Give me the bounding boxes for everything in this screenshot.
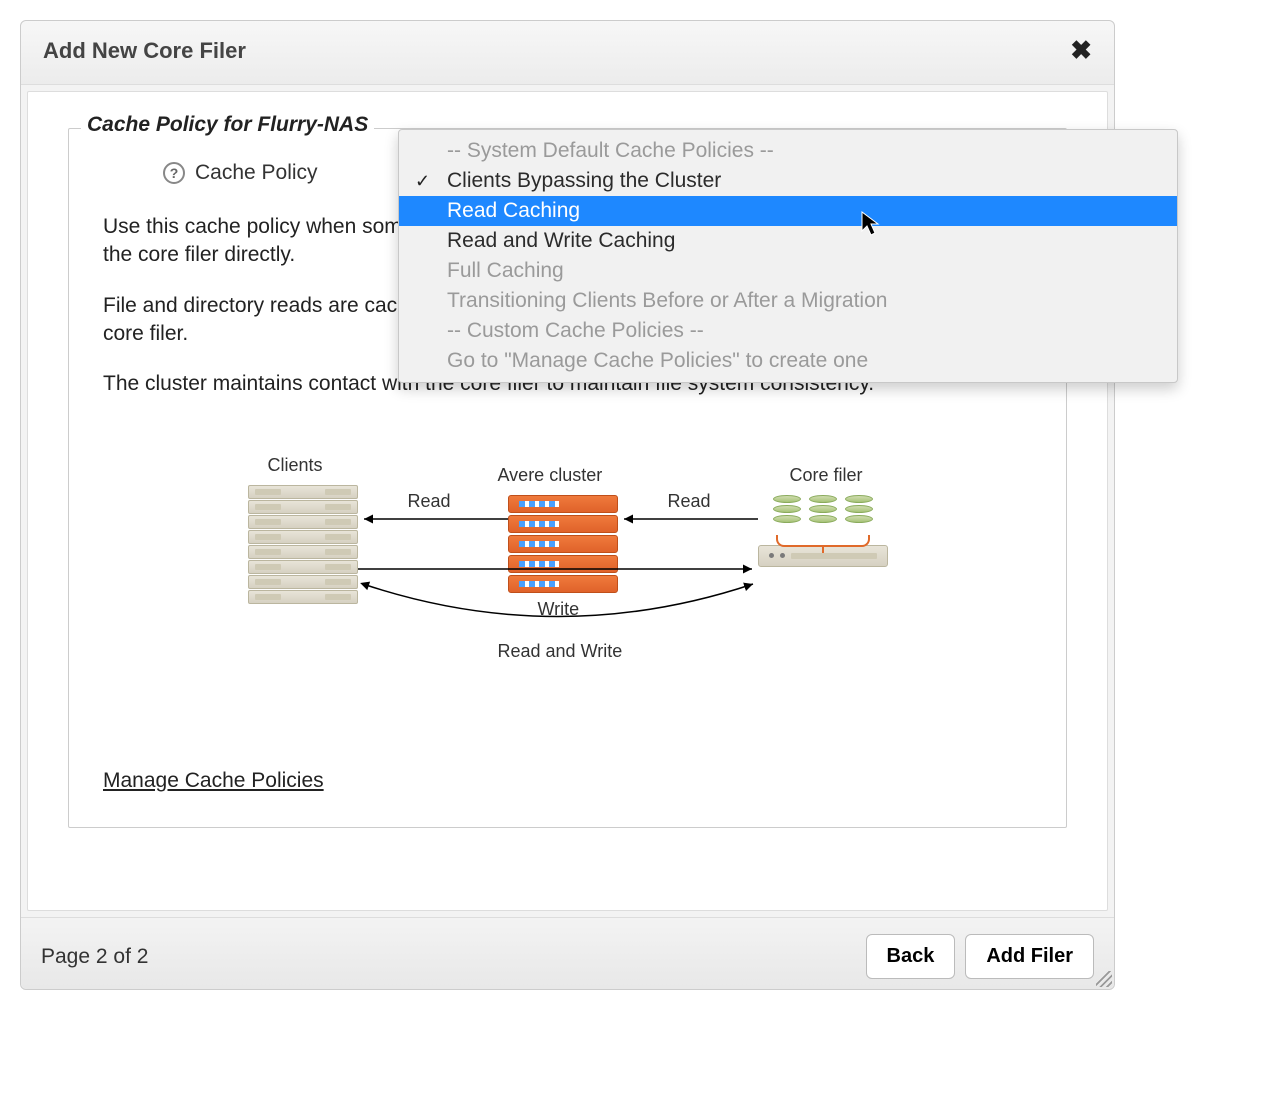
arrow-core-read [618, 509, 758, 529]
dialog-title: Add New Core Filer [43, 38, 246, 64]
dialog-header: Add New Core Filer ✖ [21, 21, 1114, 85]
resize-grip[interactable] [1096, 971, 1112, 987]
diagram-read-label-2: Read [668, 491, 711, 512]
dropdown-option-bypass[interactable]: ✓ Clients Bypassing the Cluster [399, 166, 1177, 196]
manage-cache-policies-link[interactable]: Manage Cache Policies [103, 769, 324, 793]
dropdown-option-goto-manage: Go to "Manage Cache Policies" to create … [399, 346, 1177, 376]
arrow-write [358, 559, 758, 579]
arrow-clients-read [358, 509, 508, 529]
dropdown-header-custom: -- Custom Cache Policies -- [399, 316, 1177, 346]
diagram-read-write-label: Read and Write [498, 641, 623, 662]
fieldset-legend: Cache Policy for Flurry-NAS [81, 113, 374, 137]
dropdown-option-read-write-caching[interactable]: Read and Write Caching [399, 226, 1177, 256]
dialog-footer: Page 2 of 2 Back Add Filer [21, 917, 1114, 989]
diagram-cluster-label: Avere cluster [498, 465, 603, 486]
diagram-clients [248, 485, 358, 605]
cache-policy-label: Cache Policy [195, 161, 318, 185]
dropdown-option-transitioning: Transitioning Clients Before or After a … [399, 286, 1177, 316]
help-icon[interactable]: ? [163, 162, 185, 184]
add-core-filer-dialog: Add New Core Filer ✖ Cache Policy for Fl… [20, 20, 1115, 990]
add-filer-button[interactable]: Add Filer [965, 934, 1094, 979]
checkmark-icon: ✓ [415, 171, 430, 192]
diagram-read-label-1: Read [408, 491, 451, 512]
dropdown-option-read-caching[interactable]: Read Caching [399, 196, 1177, 226]
close-icon[interactable]: ✖ [1070, 35, 1092, 66]
dropdown-option-full-caching: Full Caching [399, 256, 1177, 286]
arrow-read-write-curve [358, 579, 758, 639]
diagram-core-label: Core filer [789, 465, 862, 486]
cache-diagram: Clients Avere cluster Core filer [248, 449, 888, 689]
page-indicator: Page 2 of 2 [41, 945, 148, 969]
back-button[interactable]: Back [866, 934, 956, 979]
cache-policy-dropdown[interactable]: -- System Default Cache Policies -- ✓ Cl… [398, 129, 1178, 383]
dropdown-header-system: -- System Default Cache Policies -- [399, 136, 1177, 166]
diagram-clients-label: Clients [268, 455, 323, 476]
diagram-core-filer [758, 495, 888, 567]
